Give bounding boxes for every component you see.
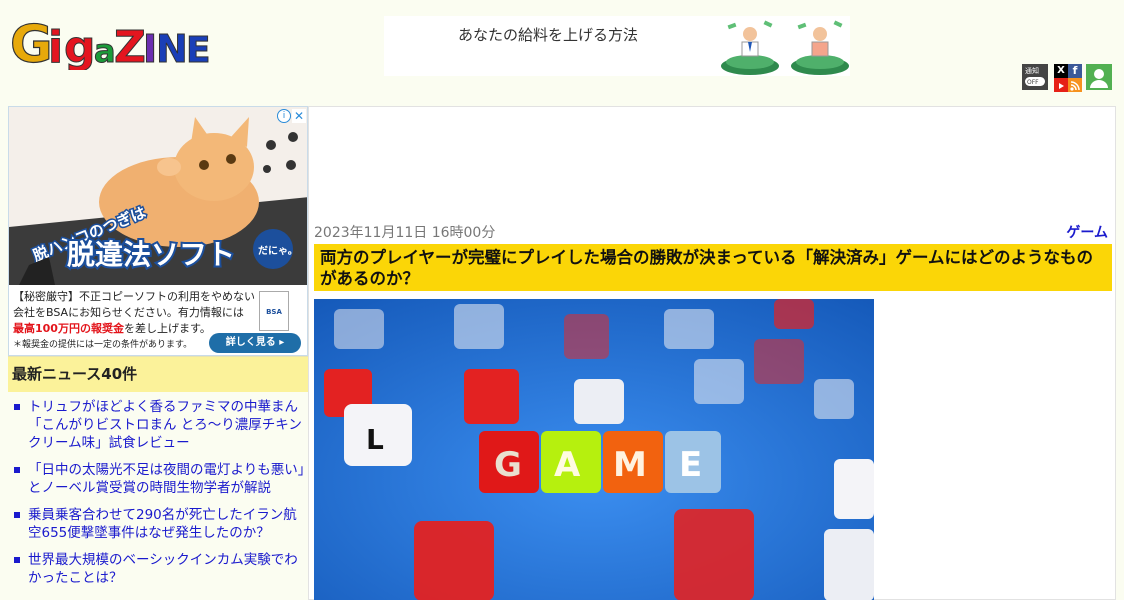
svg-text:g: g <box>64 22 96 70</box>
user-account-icon[interactable] <box>1086 64 1112 90</box>
ad-info-icon[interactable]: i <box>277 109 291 123</box>
gigazine-logo: G i g a Z I N E <box>9 14 211 75</box>
latest-news-heading: 最新ニュース40件 <box>8 356 308 392</box>
header-icon-group: 通知 OFF <box>1022 64 1048 90</box>
top-ad-banner[interactable]: あなたの給料を上げる方法 <box>384 16 850 76</box>
svg-text:Z: Z <box>114 22 146 70</box>
article-hero-image: L G A M E <box>314 299 874 600</box>
x-icon[interactable]: X <box>1054 64 1068 78</box>
youtube-icon[interactable] <box>1054 78 1068 92</box>
news-item[interactable]: トリュフがほどよく香るファミマの中華まん「こんがりビストロまん とろ〜り濃厚チキ… <box>8 398 308 452</box>
ad-body-text: 【秘密厳守】不正コピーソフトの利用をやめない 会社をBSAにお知らせください。有… <box>13 289 273 337</box>
article-title: 両方のプレイヤーが完璧にプレイした場合の勝敗が決まっている「解決済み」ゲームには… <box>314 244 1112 291</box>
ad-note: ＊報奨金の提供には一定の条件があります。 <box>13 340 193 350</box>
ad-reward-highlight: 最高100万円の報奨金 <box>13 322 124 335</box>
rss-icon[interactable] <box>1068 78 1082 92</box>
svg-text:通知: 通知 <box>1025 66 1039 75</box>
sidebar-ad[interactable]: 脱ハンコのつぎは 脱違法ソフト だにゃ。 【秘密厳守】不正コピーソフトの利用をや… <box>8 106 308 356</box>
svg-text:G: G <box>10 15 53 70</box>
money-person-icon-2 <box>791 20 849 75</box>
news-item[interactable]: 乗員乗客合わせて290名が死亡したイラン航空655便撃墜事件はなぜ発生したのか？ <box>8 506 308 542</box>
ad-line-3-rest: を差し上げます。 <box>123 322 211 335</box>
svg-text:i: i <box>48 22 63 70</box>
bsa-badge: BSA <box>259 291 289 331</box>
svg-text:OFF: OFF <box>1027 79 1039 86</box>
svg-text:だにゃ。: だにゃ。 <box>258 245 298 257</box>
cat-illustration: 脱ハンコのつぎは 脱違法ソフト だにゃ。 <box>9 107 307 285</box>
left-sidebar: 脱ハンコのつぎは 脱違法ソフト だにゃ。 【秘密厳守】不正コピーソフトの利用をや… <box>8 106 308 600</box>
ad-details-button-label: 詳しく見る <box>225 337 276 348</box>
dice-game-image: L G A M E <box>314 299 874 600</box>
svg-text:脱違法ソフト: 脱違法ソフト <box>67 238 235 271</box>
ad-line-1: 【秘密厳守】不正コピーソフトの利用をやめない <box>13 290 255 303</box>
social-icon-group: X f <box>1054 64 1082 92</box>
svg-text:E: E <box>186 30 211 70</box>
site-logo[interactable]: G i g a Z I N E <box>9 12 216 75</box>
ad-banner-text: あなたの給料を上げる方法 <box>458 26 639 44</box>
svg-text:G: G <box>494 445 522 485</box>
svg-text:a: a <box>94 32 116 70</box>
news-item[interactable]: 「日中の太陽光不足は夜間の電灯よりも悪い」とノーベル賞受賞の時間生物学者が解説 <box>8 461 308 497</box>
ad-close-icon[interactable]: ✕ <box>292 109 306 123</box>
facebook-icon[interactable]: f <box>1068 64 1082 78</box>
article-category-link[interactable]: ゲーム <box>1066 222 1108 242</box>
notification-toggle-icon[interactable]: 通知 OFF <box>1022 64 1048 90</box>
money-person-icon <box>721 20 779 75</box>
site-header: G i g a Z I N E あなたの給料を上げる方法 通知 OFF X f <box>0 0 1124 100</box>
svg-text:A: A <box>554 445 581 485</box>
account-icon-wrap <box>1086 64 1112 90</box>
ad-line-2: 会社をBSAにお知らせください。有力情報には <box>13 306 244 319</box>
ad-details-button[interactable]: 詳しく見る ▸ <box>209 333 301 353</box>
article-date: 2023年11月11日 16時00分 <box>314 225 496 241</box>
svg-text:L: L <box>366 423 384 456</box>
latest-news-list: トリュフがほどよく香るファミマの中華まん「こんがりビストロまん とろ〜り濃厚チキ… <box>8 398 308 596</box>
ad-cat-photo: 脱ハンコのつぎは 脱違法ソフト だにゃ。 <box>9 107 307 285</box>
svg-text:M: M <box>613 445 647 485</box>
svg-text:E: E <box>679 445 702 485</box>
news-item[interactable]: 世界最大規模のベーシックインカム実験でわかったことは？ <box>8 551 308 587</box>
main-content: 2023年11月11日 16時00分 ゲーム 両方のプレイヤーが完璧にプレイした… <box>308 106 1116 600</box>
svg-text:N: N <box>156 27 188 70</box>
